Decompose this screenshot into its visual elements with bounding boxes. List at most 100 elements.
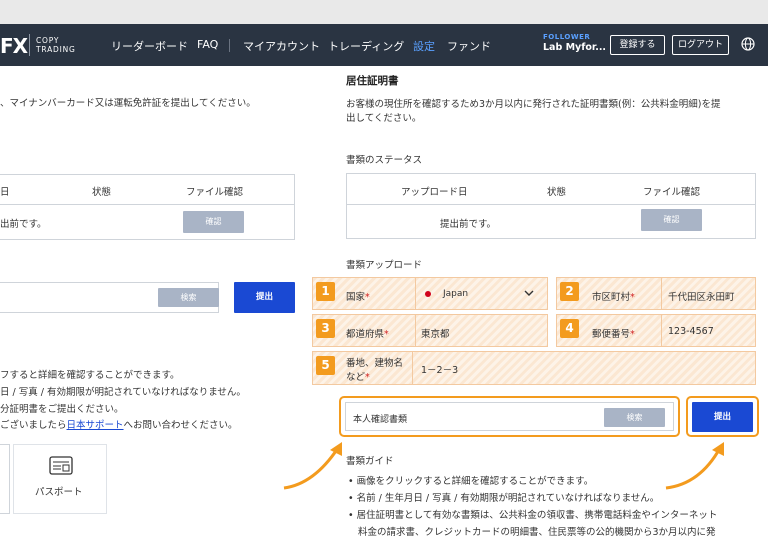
guide-bullet: • bbox=[348, 476, 354, 487]
address-divider bbox=[412, 352, 413, 384]
guide-item-1: • 画像をクリックすると詳細を確認することができます。 bbox=[348, 473, 593, 487]
left-guide-line-3: 分証明書をご提出ください。 bbox=[0, 404, 124, 415]
address-input[interactable]: 1－2－3 bbox=[421, 362, 458, 376]
logo-divider bbox=[29, 34, 30, 56]
brand-subtitle-line-1: COPY bbox=[36, 36, 60, 45]
passport-label: パスポート bbox=[35, 487, 83, 498]
brand-logo[interactable]: FX bbox=[0, 34, 28, 58]
left-doc-card-edge[interactable] bbox=[0, 444, 10, 514]
globe-icon[interactable] bbox=[741, 37, 755, 51]
right-table-divider bbox=[347, 204, 755, 205]
left-guide-line-4-text: ございましたら bbox=[0, 420, 67, 431]
step-badge-1: 1 bbox=[316, 282, 335, 301]
address-label-line-2-text: など bbox=[346, 372, 366, 383]
right-table-header-status: 状態 bbox=[547, 187, 567, 198]
file-input-placeholder: 本人確認書類 bbox=[353, 415, 408, 425]
left-guide-line-1: フすると詳細を確認することができます。 bbox=[0, 370, 180, 381]
required-mark: * bbox=[384, 329, 389, 340]
left-table-row-text: 出前です。 bbox=[0, 219, 47, 230]
step-badge-5: 5 bbox=[316, 356, 335, 375]
left-submit-button[interactable]: 提出 bbox=[234, 282, 295, 313]
required-mark: * bbox=[630, 329, 635, 340]
nav-separator bbox=[229, 39, 230, 52]
left-description: 、マイナンバーカード又は運転免許証を提出してください。 bbox=[0, 98, 256, 109]
left-guide-line-2: 日 / 写真 / 有効期限が明記されていなければなりません。 bbox=[0, 387, 246, 398]
postal-input[interactable]: 123-4567 bbox=[668, 326, 714, 337]
register-button[interactable]: 登録する bbox=[610, 35, 665, 55]
passport-icon bbox=[49, 456, 73, 475]
postal-label: 郵便番号* bbox=[592, 326, 635, 340]
right-confirm-button[interactable]: 確認 bbox=[641, 209, 702, 231]
main-content: 、マイナンバーカード又は運転免許証を提出してください。 日 状態 ファイル確認 … bbox=[0, 66, 768, 536]
japan-flag-icon bbox=[425, 291, 431, 297]
address-label-line-1: 番地、建物名 bbox=[346, 358, 404, 369]
prefecture-label-text: 都道府県 bbox=[346, 329, 385, 340]
left-browse-button[interactable]: 検索 bbox=[158, 288, 219, 307]
prefecture-divider bbox=[415, 315, 416, 346]
required-mark: * bbox=[630, 292, 635, 303]
step-badge-2: 2 bbox=[560, 282, 579, 301]
city-label: 市区町村* bbox=[592, 289, 635, 303]
top-navbar: FX COPY TRADING リーダーボード FAQ マイアカウント トレーデ… bbox=[0, 24, 768, 66]
nav-my-account[interactable]: マイアカウント bbox=[243, 38, 320, 54]
postal-label-text: 郵便番号 bbox=[592, 329, 631, 340]
nav-fund[interactable]: ファンド bbox=[447, 38, 491, 54]
left-table-divider bbox=[0, 204, 295, 205]
browser-top-strip bbox=[0, 0, 768, 24]
arrow-to-submit-icon bbox=[665, 442, 724, 490]
nav-trading[interactable]: トレーディング bbox=[328, 38, 404, 54]
proof-of-address-title: 居住証明書 bbox=[346, 75, 399, 87]
step-badge-4: 4 bbox=[560, 319, 579, 338]
city-input[interactable]: 千代田区永田町 bbox=[668, 289, 735, 303]
guide-item-2-text: 名前 / 生年月日 / 写真 / 有効期限が明記されていなければなりません。 bbox=[356, 493, 660, 504]
city-divider bbox=[661, 278, 662, 309]
country-label: 国家* bbox=[346, 289, 370, 303]
country-value: Japan bbox=[443, 289, 469, 299]
page-root: FX COPY TRADING リーダーボード FAQ マイアカウント トレーデ… bbox=[0, 0, 768, 536]
document-status-title: 書類のステータス bbox=[346, 155, 423, 166]
right-table-header-date: アップロード日 bbox=[401, 187, 468, 198]
guide-bullet: • bbox=[348, 493, 354, 504]
left-table-header-date: 日 bbox=[0, 187, 10, 198]
brand-subtitle-line-2: TRADING bbox=[36, 45, 76, 54]
right-table-header-file: ファイル確認 bbox=[643, 187, 701, 198]
required-mark: * bbox=[365, 292, 370, 303]
guide-item-3-text: 居住証明書として有効な書類は、公共料金の領収書、携帯電話料金やインターネット bbox=[356, 510, 718, 521]
brand-subtitle: COPY TRADING bbox=[36, 36, 76, 54]
country-label-text: 国家 bbox=[346, 292, 366, 303]
follower-account[interactable]: FOLLOWER Lab Myfor... bbox=[543, 33, 606, 53]
guide-item-3-continued: 料金の請求書、クレジットカードの明細書、住民票等の公的機関から3か月以内に発 bbox=[358, 527, 716, 536]
submit-button[interactable]: 提出 bbox=[692, 402, 753, 432]
guide-bullet: • bbox=[348, 510, 354, 521]
left-table-header-file: ファイル確認 bbox=[186, 187, 244, 198]
postal-field-row bbox=[556, 314, 756, 347]
support-link[interactable]: 日本サポート bbox=[67, 420, 124, 431]
passport-card[interactable] bbox=[13, 444, 107, 514]
proof-desc-line-2: 出してください。 bbox=[346, 113, 422, 124]
guide-item-3: • 居住証明書として有効な書類は、公共料金の領収書、携帯電話料金やインターネット bbox=[348, 507, 717, 521]
guide-item-1-text: 画像をクリックすると詳細を確認することができます。 bbox=[356, 476, 594, 487]
proof-desc-line-1: お客様の現住所を確認するため3か月以内に発行された証明書類(例：公共料金明細)を… bbox=[346, 99, 721, 110]
nav-settings[interactable]: 設定 bbox=[413, 38, 435, 54]
chevron-down-icon bbox=[524, 290, 534, 296]
nav-leaderboard[interactable]: リーダーボード bbox=[111, 38, 188, 54]
document-guide-title: 書類ガイド bbox=[346, 456, 394, 467]
user-name: Lab Myfor... bbox=[543, 42, 607, 53]
arrow-to-file-input-icon bbox=[283, 442, 342, 490]
prefecture-label: 都道府県* bbox=[346, 326, 389, 340]
right-table-row-text: 提出前です。 bbox=[440, 219, 497, 230]
document-upload-title: 書類アップロード bbox=[346, 260, 423, 271]
nav-faq[interactable]: FAQ bbox=[197, 38, 218, 51]
left-status-table bbox=[0, 174, 295, 240]
left-confirm-button[interactable]: 確認 bbox=[183, 211, 244, 233]
step-badge-3: 3 bbox=[316, 319, 335, 338]
city-label-text: 市区町村 bbox=[592, 292, 631, 303]
prefecture-input[interactable]: 東京都 bbox=[421, 326, 450, 340]
left-guide-line-4: ございましたら日本サポートへお問い合わせください。 bbox=[0, 417, 238, 431]
left-table-header-status: 状態 bbox=[92, 187, 112, 198]
left-guide-line-4-suffix: へお問い合わせください。 bbox=[123, 420, 238, 431]
browse-button[interactable]: 検索 bbox=[604, 408, 665, 427]
postal-divider bbox=[661, 315, 662, 346]
logout-button[interactable]: ログアウト bbox=[672, 35, 729, 55]
address-label-line-2: など* bbox=[346, 369, 370, 383]
